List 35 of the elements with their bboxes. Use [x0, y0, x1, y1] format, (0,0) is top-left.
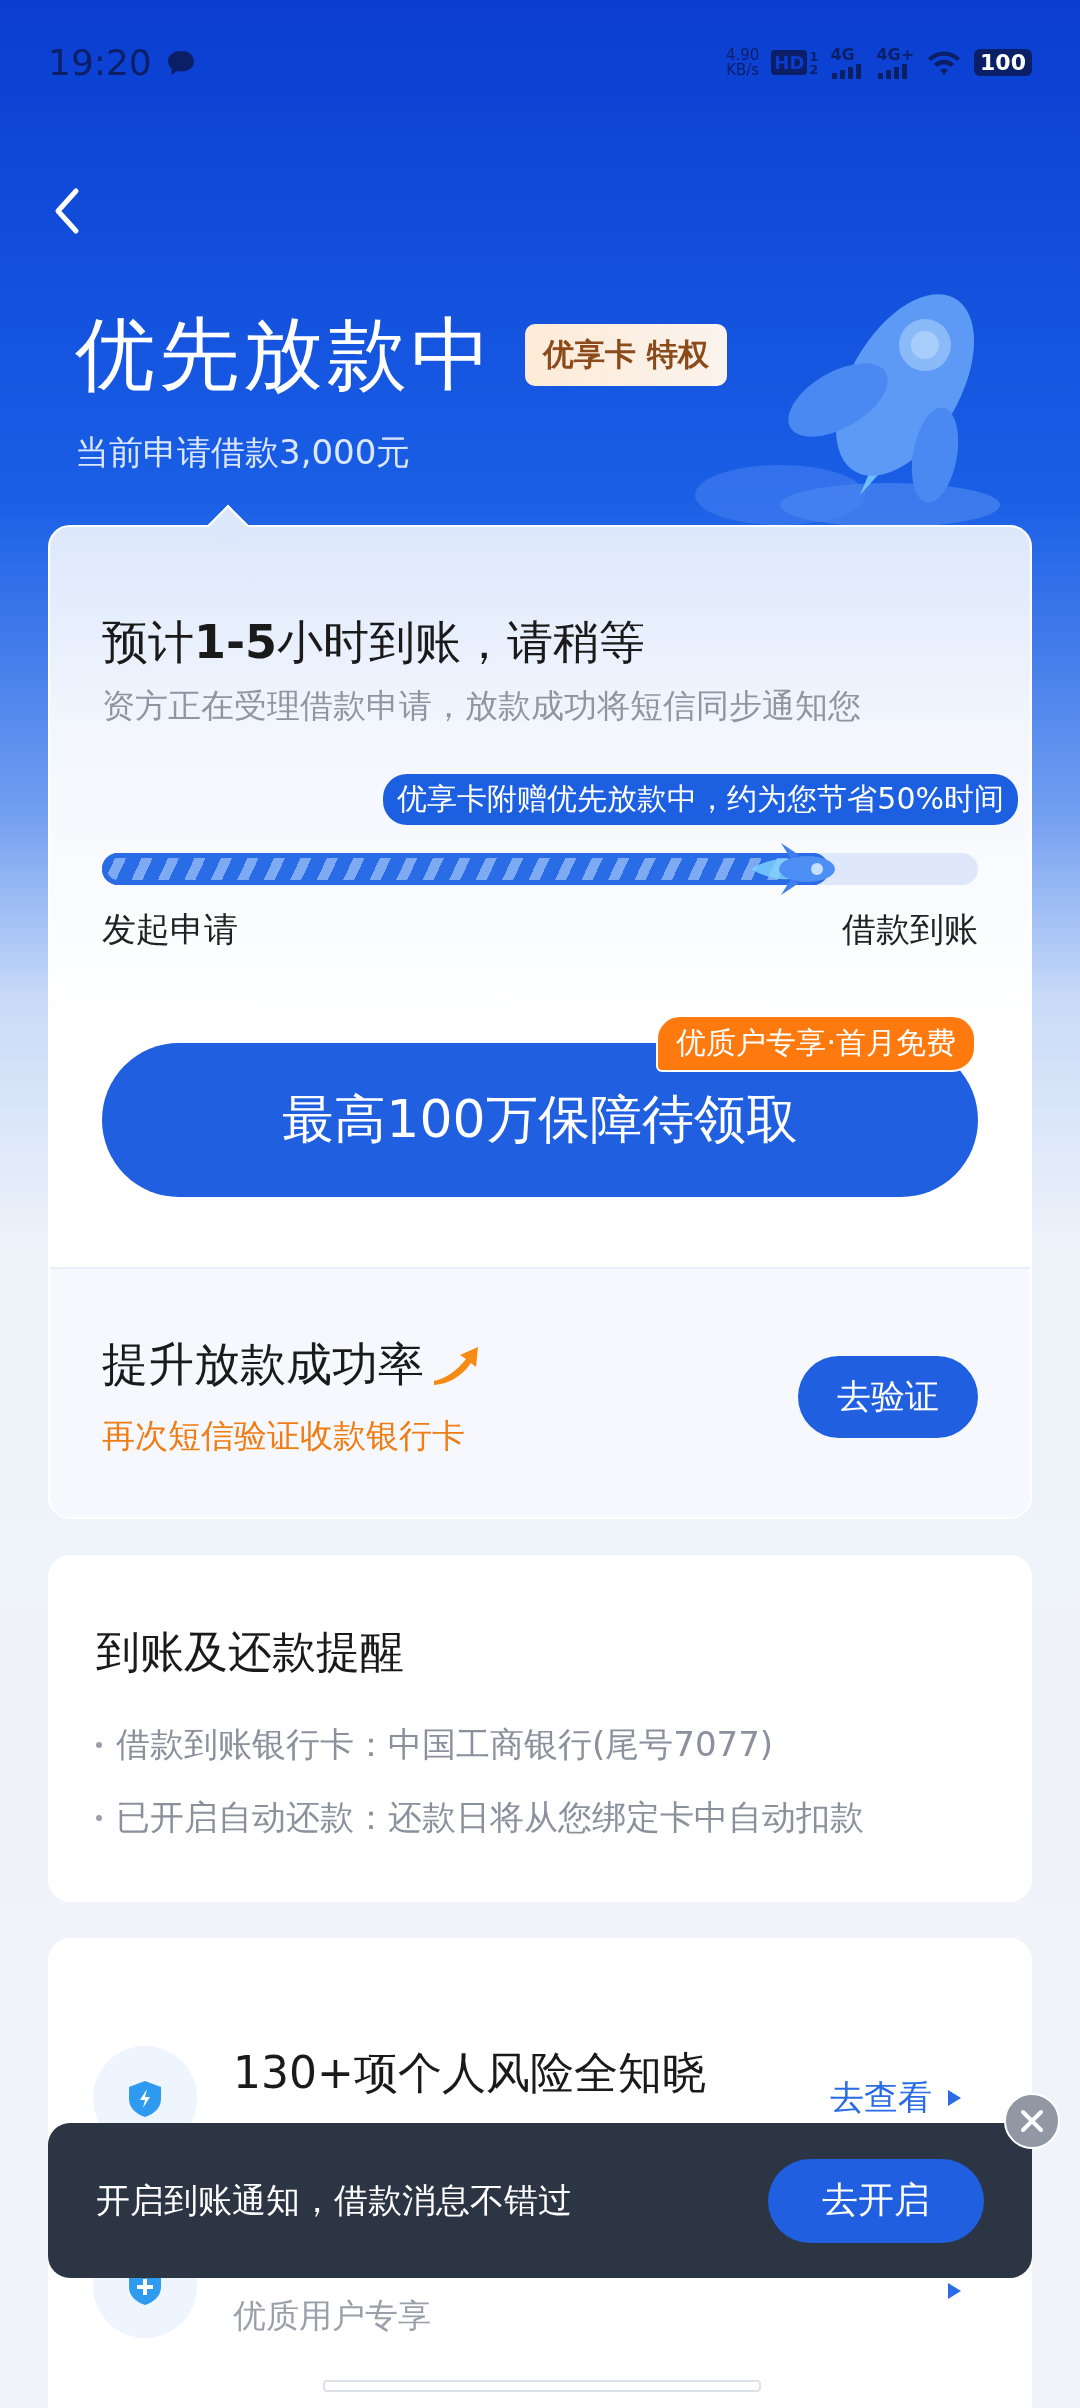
reminder-item: 借款到账银行卡：中国工商银行(尾号7077)	[116, 1723, 774, 1766]
reminder-title: 到账及还款提醒	[96, 1625, 405, 1679]
caret-icon[interactable]	[946, 2281, 962, 2301]
verify-button[interactable]: 去验证	[798, 1355, 978, 1438]
offer-badge: 优质户专享·首月免费	[656, 1015, 976, 1072]
priority-tooltip: 优享卡附赠优先放款中，约为您节省50%时间	[383, 774, 1018, 825]
sim-number: 2	[809, 62, 819, 76]
end-label: 借款到账	[842, 908, 978, 951]
network-type: 4G	[830, 46, 855, 63]
status-description: 资方正在受理借款申请，放款成功将短信同步通知您	[102, 685, 862, 727]
page-title: 优先放款中	[75, 307, 495, 403]
reminder-item: 已开启自动还款：还款日将从您绑定卡中自动扣款	[116, 1796, 864, 1839]
service-title: 130+项个人风险全知晓	[233, 2046, 707, 2100]
service-subtitle: 优质用户专享	[233, 2295, 432, 2337]
start-label: 发起申请	[102, 908, 238, 951]
caret-icon	[946, 2088, 962, 2108]
arrival-estimate: 预计1-5小时到账，请稍等	[102, 614, 647, 671]
sim-number: 1	[809, 49, 819, 63]
hd-badge: HD	[771, 50, 808, 75]
clock-time: 19:20	[48, 42, 152, 83]
boost-title: 提升放款成功率	[102, 1336, 424, 1393]
close-icon[interactable]	[1004, 2093, 1060, 2149]
boost-subtitle: 再次短信验证收款银行卡	[102, 1415, 466, 1457]
privilege-badge: 优享卡 特权	[525, 324, 727, 386]
message-icon	[165, 48, 196, 77]
battery-indicator: 100	[974, 49, 1032, 76]
view-link[interactable]: 去查看	[830, 2075, 962, 2121]
loan-amount-text: 当前申请借款3,000元	[75, 431, 411, 474]
speed-unit: KB/s	[726, 62, 760, 78]
network-type: 4G+	[876, 46, 915, 63]
bullet-icon	[96, 1741, 102, 1748]
network-speed: 4.90	[725, 47, 760, 63]
enable-button[interactable]: 去开启	[768, 2158, 984, 2243]
bullet-icon	[96, 1814, 102, 1821]
toast-message: 开启到账通知，借款消息不错过	[96, 2178, 573, 2222]
